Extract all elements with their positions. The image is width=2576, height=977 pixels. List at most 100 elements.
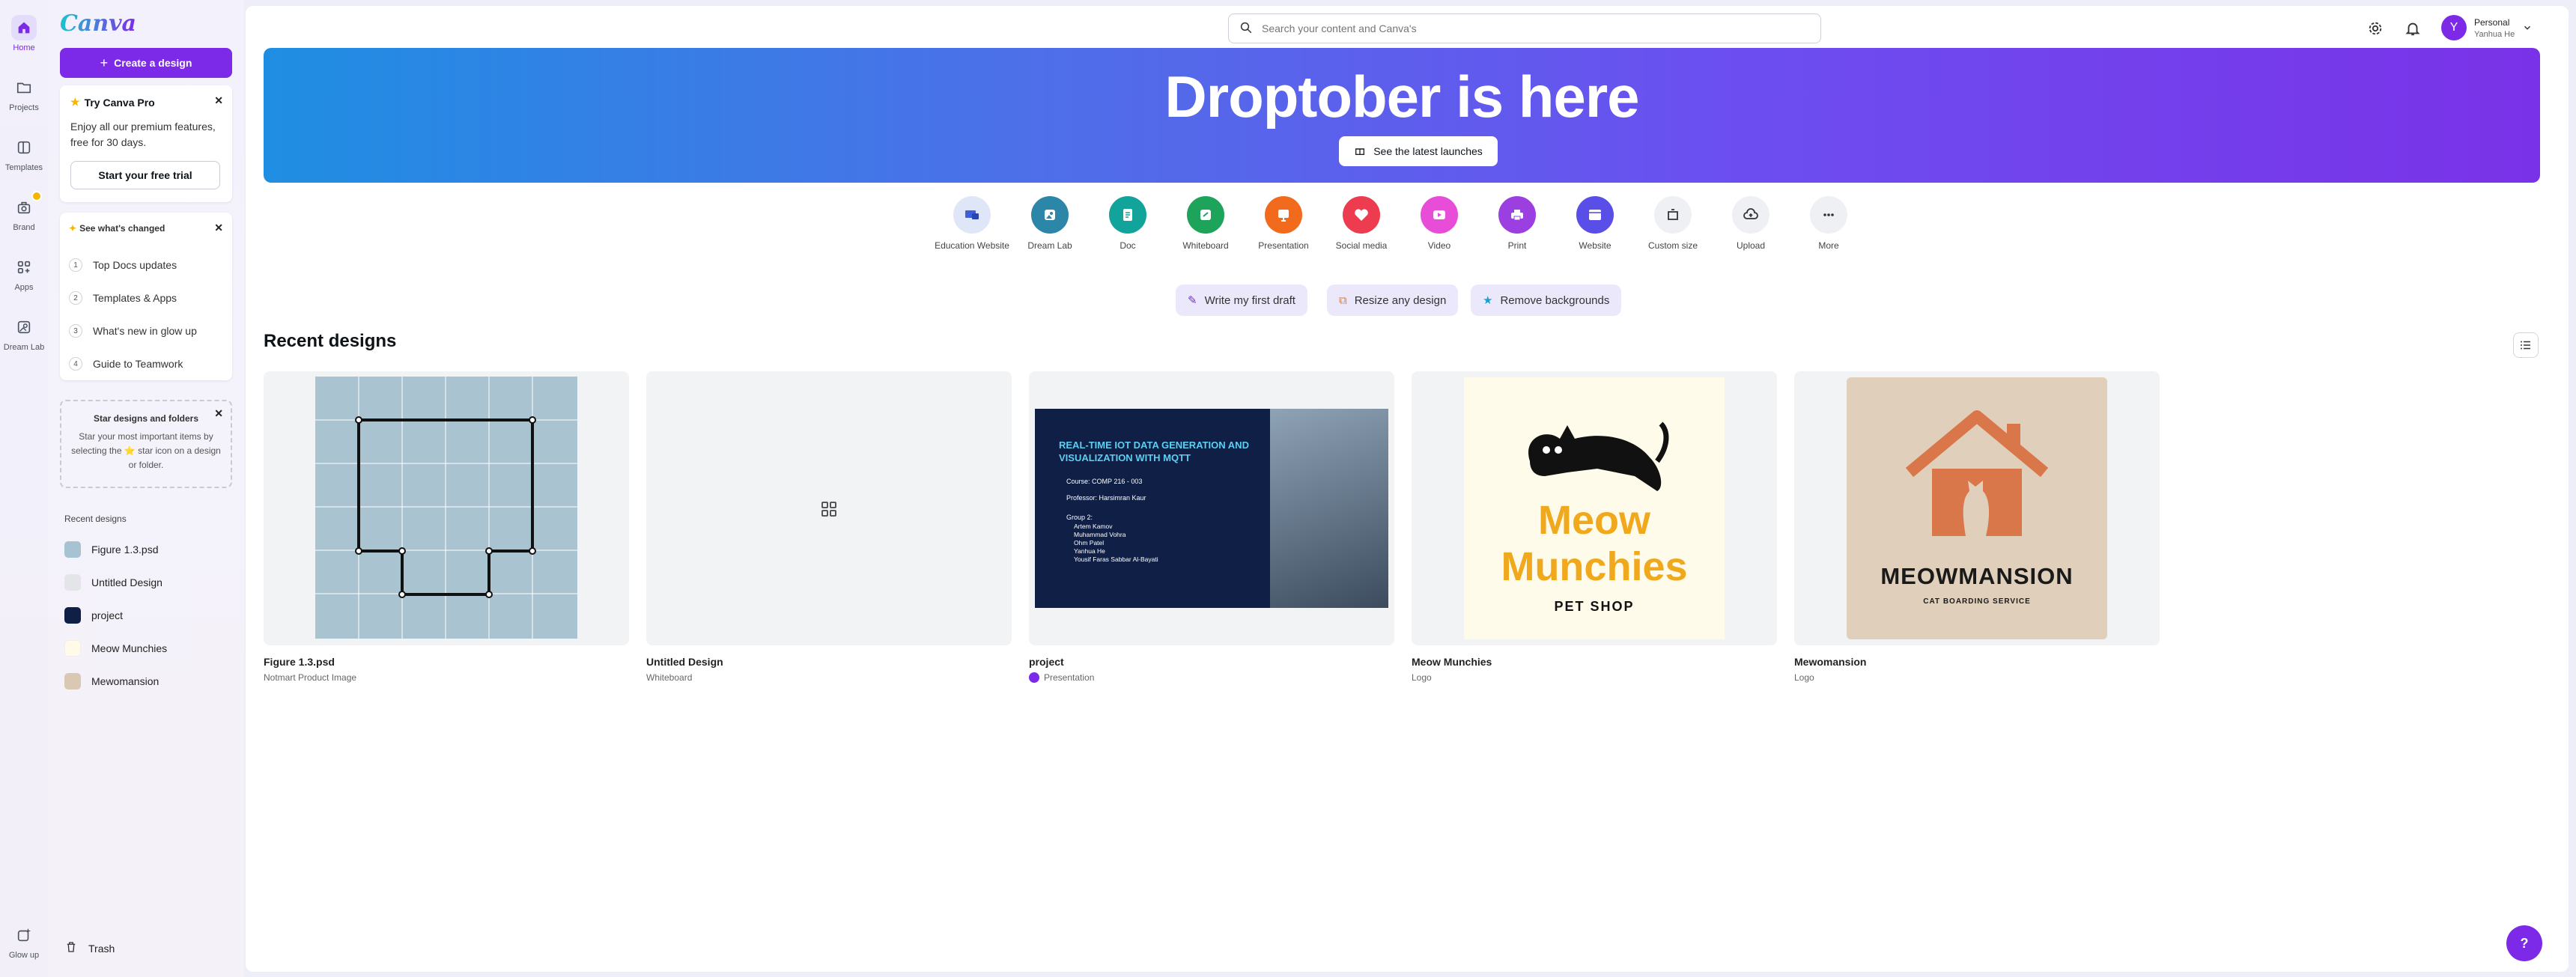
rail-projects[interactable]: Projects <box>0 75 48 112</box>
home-icon <box>11 15 37 40</box>
category-dream-lab[interactable]: Dream Lab <box>1011 196 1089 252</box>
rail-label: Apps <box>14 283 34 292</box>
changed-title: See what's changed <box>79 223 165 234</box>
recent-item[interactable]: Meow Munchies <box>64 636 167 660</box>
design-card[interactable]: Untitled Design Whiteboard <box>646 371 1012 683</box>
rail-glow-up[interactable]: Glow up <box>0 922 48 960</box>
design-card[interactable]: REAL-TIME IOT DATA GENERATION AND VISUAL… <box>1029 371 1394 683</box>
category-print[interactable]: Print <box>1478 196 1556 252</box>
trash-link[interactable]: Trash <box>64 940 115 956</box>
side-panel: Canva + Create a design ✕ ★ Try Canva Pr… <box>48 0 244 977</box>
list-view-icon[interactable] <box>2513 332 2539 358</box>
recent-item[interactable]: Mewomansion <box>64 669 159 693</box>
design-thumbnail[interactable]: Meow Munchies PET SHOP <box>1412 371 1777 645</box>
slide-professor: Professor: Harsimran Kaur <box>1066 494 1146 502</box>
design-thumbnail[interactable] <box>264 371 629 645</box>
number-badge: 4 <box>69 357 82 371</box>
website-icon <box>1576 196 1614 234</box>
recent-item-label: Meow Munchies <box>91 642 168 654</box>
help-button[interactable]: ? <box>2506 925 2542 961</box>
rail-brand[interactable]: Brand <box>0 195 48 232</box>
avatar[interactable]: Y <box>2441 15 2467 40</box>
changed-item[interactable]: 4 Guide to Teamwork <box>69 347 223 380</box>
account-switcher[interactable]: Personal Yanhua He <box>2474 16 2515 40</box>
close-icon[interactable]: ✕ <box>214 407 223 420</box>
design-name[interactable]: project <box>1029 656 1394 668</box>
design-thumbnail[interactable]: MEOWMANSION CAT BOARDING SERVICE <box>1794 371 2160 645</box>
design-card[interactable]: Meow Munchies PET SHOP Meow Munchies Log… <box>1412 371 1777 683</box>
rail-label: Dream Lab <box>3 343 45 352</box>
plus-icon: + <box>100 55 109 70</box>
recent-designs-title: Recent designs <box>264 331 397 351</box>
whats-changed-card: ✕ ✦ See what's changed 1 Top Docs updates… <box>60 213 232 380</box>
logo-title: MEOWMANSION <box>1880 563 2074 589</box>
chevron-down-icon[interactable] <box>2521 21 2534 34</box>
logo-subtitle: PET SHOP <box>1554 599 1635 614</box>
recent-item[interactable]: Untitled Design <box>64 570 162 594</box>
templates-icon <box>11 135 37 160</box>
rail-home[interactable]: Home <box>0 15 48 52</box>
category-social-media[interactable]: Social media <box>1322 196 1400 252</box>
resize-design-chip[interactable]: ⧉ Resize any design <box>1327 284 1459 316</box>
design-name[interactable]: Figure 1.3.psd <box>264 656 629 668</box>
design-name[interactable]: Untitled Design <box>646 656 1012 668</box>
write-draft-chip[interactable]: ✎ Write my first draft <box>1176 284 1307 316</box>
trash-label: Trash <box>88 942 115 955</box>
changed-item[interactable]: 3 What's new in glow up <box>69 314 223 347</box>
close-icon[interactable]: ✕ <box>214 94 223 107</box>
design-thumbnail <box>64 640 81 657</box>
star-title: Star designs and folders <box>93 413 199 424</box>
recent-item[interactable]: project <box>64 603 123 627</box>
design-thumbnail[interactable]: REAL-TIME IOT DATA GENERATION AND VISUAL… <box>1029 371 1394 645</box>
meowmansion-logo: MEOWMANSION CAT BOARDING SERVICE <box>1847 377 2107 639</box>
recent-item-label: Mewomansion <box>91 675 160 687</box>
star-text: Star your most important items by select… <box>71 431 221 470</box>
rail-templates[interactable]: Templates <box>0 135 48 172</box>
design-card[interactable]: Figure 1.3.psd Notmart Product Image <box>264 371 629 683</box>
apps-icon <box>11 255 37 280</box>
resize-icon: ⧉ <box>1339 293 1347 307</box>
crown-icon <box>31 191 42 201</box>
category-label: More <box>1818 240 1839 251</box>
rail-apps[interactable]: Apps <box>0 255 48 292</box>
start-trial-button[interactable]: Start your free trial <box>70 161 220 189</box>
recent-item[interactable]: Figure 1.3.psd <box>64 538 159 561</box>
banner-title: Droptober is here <box>1164 64 1639 130</box>
category-upload[interactable]: Upload <box>1712 196 1790 252</box>
create-design-button[interactable]: + Create a design <box>60 48 232 78</box>
trash-icon <box>64 940 78 956</box>
category-label: Education Website <box>935 240 1009 251</box>
design-type-label: Presentation <box>1044 672 1095 683</box>
design-thumbnail[interactable] <box>646 371 1012 645</box>
see-latest-launches-button[interactable]: See the latest launches <box>1339 136 1498 166</box>
design-type-label: Notmart Product Image <box>264 672 357 683</box>
upload-icon <box>1732 196 1770 234</box>
design-type-label: Logo <box>1794 672 1814 683</box>
rail-label: Brand <box>13 223 35 232</box>
logo-subtitle: CAT BOARDING SERVICE <box>1923 597 2031 606</box>
category-whiteboard[interactable]: Whiteboard <box>1167 196 1245 252</box>
category-presentation[interactable]: Presentation <box>1245 196 1322 252</box>
changed-item-label: What's new in glow up <box>93 325 197 337</box>
design-card[interactable]: MEOWMANSION CAT BOARDING SERVICE Mewoman… <box>1794 371 2160 683</box>
design-name[interactable]: Mewomansion <box>1794 656 2160 668</box>
rail-dream-lab[interactable]: Dream Lab <box>0 314 48 352</box>
meow-munchies-logo: Meow Munchies PET SHOP <box>1464 377 1725 639</box>
changed-item[interactable]: 1 Top Docs updates <box>69 249 223 281</box>
changed-item-label: Top Docs updates <box>93 259 177 271</box>
category-education-website[interactable]: Education Website <box>933 196 1011 252</box>
search-bar[interactable] <box>1228 13 1821 43</box>
search-input[interactable] <box>1262 22 1786 34</box>
canva-logo[interactable]: Canva <box>60 10 136 37</box>
design-name[interactable]: Meow Munchies <box>1412 656 1777 668</box>
category-video[interactable]: Video <box>1400 196 1478 252</box>
category-doc[interactable]: Doc <box>1089 196 1167 252</box>
changed-item[interactable]: 2 Templates & Apps <box>69 281 223 314</box>
remove-backgrounds-chip[interactable]: ★ Remove backgrounds <box>1471 284 1622 316</box>
category-website[interactable]: Website <box>1556 196 1634 252</box>
category-custom-size[interactable]: Custom size <box>1634 196 1712 252</box>
settings-icon[interactable] <box>2365 18 2386 39</box>
close-icon[interactable]: ✕ <box>214 222 223 234</box>
category-more[interactable]: More <box>1790 196 1868 252</box>
notification-bell-icon[interactable] <box>2402 18 2423 39</box>
